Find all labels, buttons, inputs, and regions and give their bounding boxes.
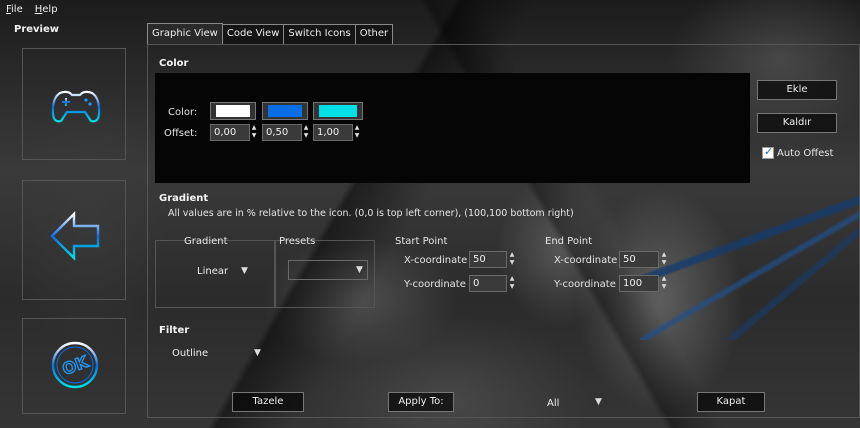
preview-label: Preview [14,24,60,35]
color-label: Color: [168,107,198,118]
tab-other[interactable]: Other [354,24,394,44]
gradient-note: All values are in % relative to the icon… [168,208,574,219]
tab-bar: Graphic View Code View Switch Icons Othe… [147,23,394,44]
color-stop-fill-2 [268,105,302,117]
start-point-label: Start Point [395,236,448,247]
end-x-stepper[interactable]: ▲ ▼ [660,251,668,268]
offset-stepper-3[interactable]: ▲ ▼ [353,124,361,141]
back-arrow-icon [50,211,100,261]
color-stop-fill-3 [319,105,357,117]
end-y-input[interactable]: 100 [619,275,659,292]
apply-to-button[interactable]: Apply To: [388,392,454,412]
menu-help[interactable]: Help [35,4,58,15]
close-button[interactable]: Kapat [697,392,765,412]
refresh-button-label: Tazele [252,396,284,407]
start-x-stepper[interactable]: ▲ ▼ [508,251,516,268]
start-y-label: Y-coordinate [404,279,466,290]
start-y-input[interactable]: 0 [469,275,507,292]
end-y-label: Y-coordinate [554,279,616,290]
presets-label: Presets [279,236,316,247]
end-x-label: X-coordinate [554,255,618,266]
end-point-label: End Point [545,236,593,247]
color-section-title: Color [159,58,189,69]
tab-switch-icons[interactable]: Switch Icons [283,24,356,44]
gamepad-icon [51,90,101,123]
filter-dropdown-icon[interactable]: ▼ [254,348,261,358]
color-stop-swatch-2[interactable] [262,102,308,120]
offset-stepper-1[interactable]: ▲ ▼ [250,124,258,141]
end-y-stepper[interactable]: ▲ ▼ [660,275,668,292]
gradient-type-select[interactable]: Linear [197,266,228,277]
gradient-section-title: Gradient [159,193,209,204]
ok-icon: OK [51,341,99,389]
remove-stop-button[interactable]: Kaldır [757,113,837,133]
svg-text:OK: OK [60,352,91,379]
color-stop-swatch-1[interactable] [210,102,256,120]
apply-target-select[interactable]: All [547,398,559,409]
start-y-stepper[interactable]: ▲ ▼ [508,275,516,292]
apply-to-button-label: Apply To: [398,396,444,407]
gradient-type-dropdown-icon[interactable]: ▼ [241,266,248,276]
apply-target-dropdown-icon[interactable]: ▼ [595,397,602,407]
filter-select[interactable]: Outline [172,348,208,359]
remove-stop-button-label: Kaldır [782,117,812,128]
add-stop-button[interactable]: Ekle [757,80,837,100]
start-x-input[interactable]: 50 [469,251,507,268]
menu-file[interactable]: File [6,4,23,15]
color-stop-swatch-3[interactable] [313,102,363,120]
offset-stepper-2[interactable]: ▲ ▼ [302,124,310,141]
auto-offset-checkbox[interactable] [762,145,774,159]
end-x-input[interactable]: 50 [619,251,659,268]
offset-input-2[interactable]: 0,50 [262,124,302,141]
refresh-button[interactable]: Tazele [232,392,304,412]
tab-code-view[interactable]: Code View [221,24,285,44]
offset-input-3[interactable]: 1,00 [313,124,353,141]
presets-dropdown-icon[interactable]: ▼ [356,265,363,275]
offset-input-1[interactable]: 0,00 [210,124,250,141]
offset-label: Offset: [164,128,198,139]
filter-section-title: Filter [159,325,190,336]
add-stop-button-label: Ekle [786,84,808,95]
start-x-label: X-coordinate [404,255,468,266]
tab-graphic-view[interactable]: Graphic View [147,23,223,44]
auto-offset-label: Auto Offest [777,148,834,159]
color-stop-fill-1 [216,105,250,117]
close-button-label: Kapat [716,396,746,407]
menu-bar: File Help [0,0,58,18]
gradient-type-label: Gradient [184,236,228,247]
